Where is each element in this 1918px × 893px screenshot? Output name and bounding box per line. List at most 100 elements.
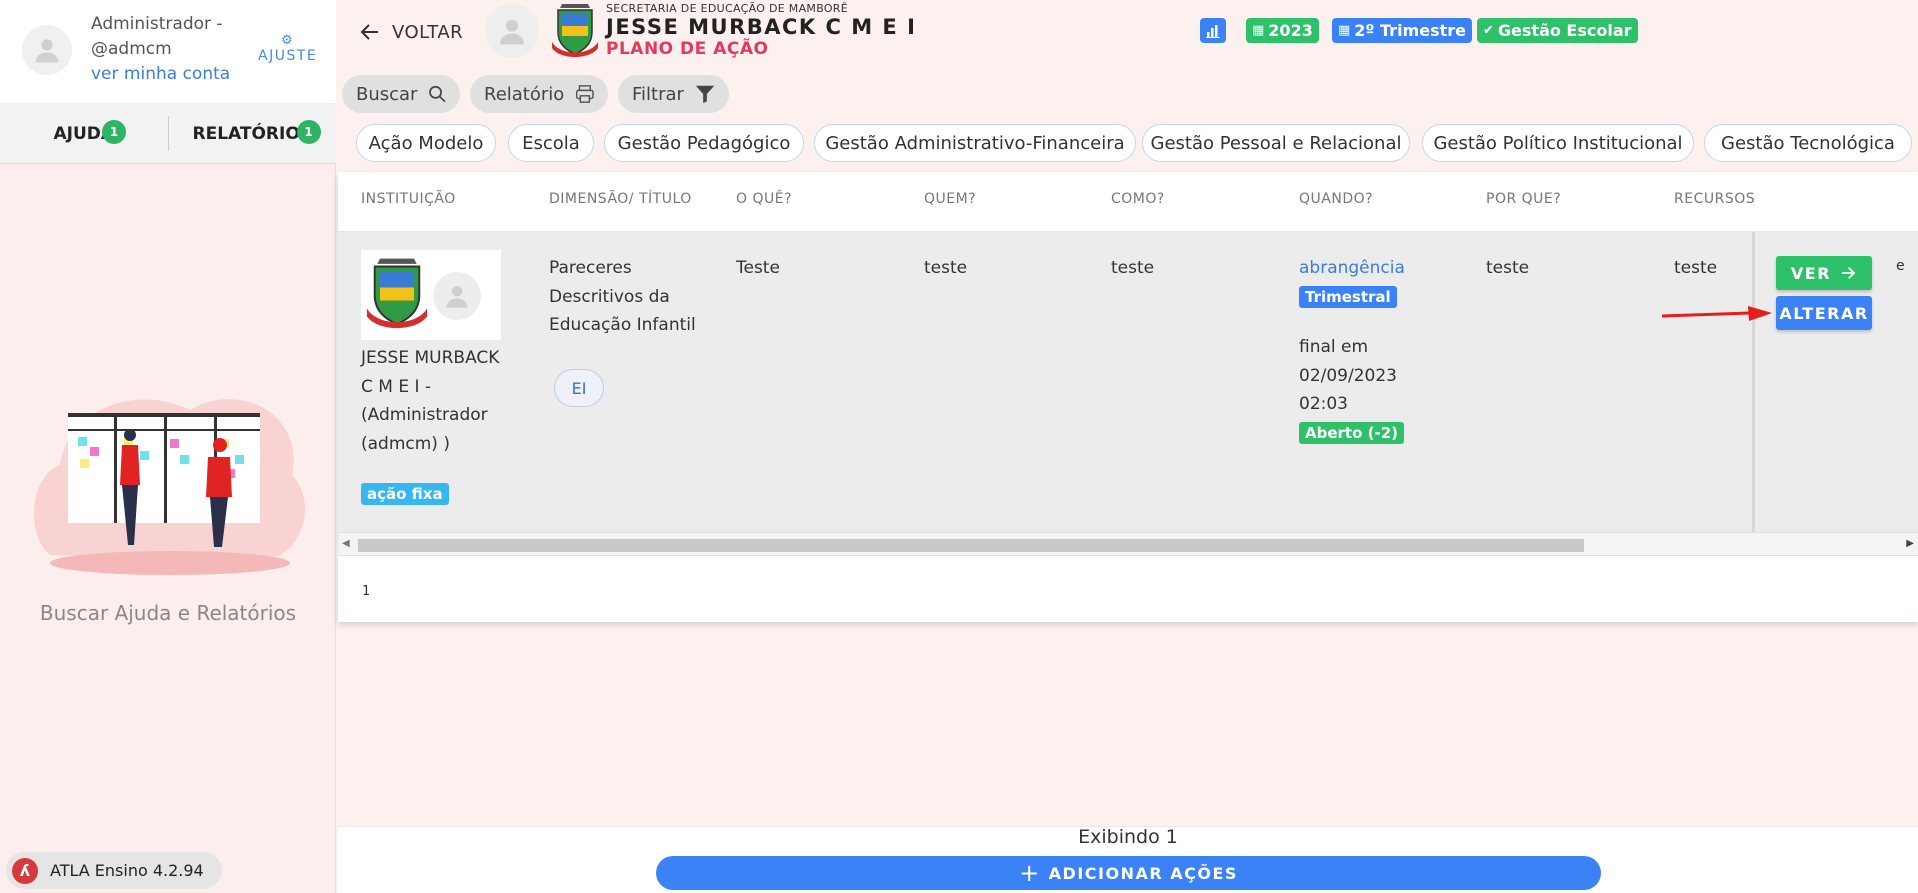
filter-button[interactable]: Filtrar	[618, 75, 729, 113]
end-time: 02:03	[1299, 394, 1348, 414]
report-button[interactable]: Relatório	[470, 75, 608, 113]
fixed-action-tag: ação fixa	[361, 483, 449, 505]
search-icon	[429, 85, 447, 103]
resources-cell: teste	[1674, 258, 1718, 278]
secretaria-label: SECRETARIA DE EDUCAÇÃO DE MAMBORÊ	[606, 2, 849, 15]
scroll-right-icon[interactable]: ▶	[1906, 538, 1914, 549]
chip-gestao-pessoal-relacional[interactable]: Gestão Pessoal e Relacional	[1142, 124, 1410, 162]
scope-link[interactable]: abrangência	[1299, 254, 1449, 283]
sidebar-tabs: AJUDA 1 RELATÓRIOS 1	[0, 104, 336, 164]
bar-chart-icon	[1206, 24, 1220, 38]
what-cell: Teste	[736, 258, 780, 278]
school-name: JESSE MURBACK C M E I	[606, 15, 917, 39]
user-avatar[interactable]	[22, 25, 72, 75]
red-arrow-annotation	[1662, 306, 1772, 321]
city-crest-logo	[552, 4, 598, 57]
management-badge[interactable]: ✔ Gestão Escolar	[1477, 18, 1638, 43]
account-link[interactable]: ver minha conta	[91, 64, 230, 84]
year-badge[interactable]: ▦ 2023	[1246, 18, 1319, 43]
settings-button[interactable]: ⚙ AJUSTE	[258, 33, 318, 65]
ei-chip[interactable]: EI	[554, 369, 604, 407]
plus-icon: +	[1019, 859, 1041, 887]
col-institution: INSTITUIÇÃO	[361, 191, 456, 207]
report-label: Relatório	[484, 83, 565, 105]
view-label: VER	[1790, 263, 1832, 283]
management-label: Gestão Escolar	[1497, 21, 1632, 40]
user-icon	[500, 19, 524, 45]
edit-button[interactable]: ALTERAR	[1776, 296, 1872, 330]
col-resources: RECURSOS	[1674, 191, 1756, 207]
end-label: final em	[1299, 337, 1369, 357]
chip-gestao-administrativo-financeira[interactable]: Gestão Administrativo-Financeira	[814, 124, 1136, 162]
chip-gestao-tecnologica[interactable]: Gestão Tecnológica	[1704, 124, 1912, 162]
stats-button[interactable]	[1200, 18, 1226, 43]
page-title: PLANO DE AÇÃO	[606, 39, 769, 59]
who-cell: teste	[924, 258, 968, 278]
search-label: Buscar	[356, 83, 418, 105]
institution-name: JESSE MURBACK C M E I - (Administrador (…	[361, 348, 500, 454]
add-actions-button[interactable]: + ADICIONAR AÇÕES	[656, 856, 1601, 890]
why-cell: teste	[1486, 258, 1530, 278]
table-row[interactable]: JESSE MURBACK C M E I - (Administrador (…	[338, 232, 1918, 532]
col-when: QUANDO?	[1299, 191, 1374, 207]
chip-gestao-politico-institucional[interactable]: Gestão Político Institucional	[1422, 124, 1694, 162]
table-header: INSTITUIÇÃO DIMENSÃO/ TÍTULO O QUÊ? QUEM…	[338, 172, 1918, 232]
how-cell: teste	[1111, 258, 1155, 278]
arrow-left-icon	[360, 24, 378, 40]
horizontal-scrollbar[interactable]: ◀ ▶	[338, 532, 1918, 556]
when-cell: abrangência Trimestral final em 02/09/20…	[1299, 254, 1449, 447]
page-number[interactable]: 1	[362, 584, 370, 599]
back-label: VOLTAR	[392, 21, 464, 43]
filter-icon	[695, 85, 715, 104]
help-illustration	[33, 399, 306, 575]
version-badge[interactable]: ʎ ATLA Ensino 4.2.94	[6, 852, 222, 889]
user-name: Administrador - @admcm	[91, 14, 223, 59]
truncated-column-text: e	[1896, 258, 1905, 274]
help-count-badge: 1	[102, 120, 126, 144]
showing-count: Exibindo 1	[1078, 826, 1178, 848]
search-button[interactable]: Buscar	[342, 75, 460, 113]
settings-label: AJUSTE	[258, 48, 318, 64]
calendar-icon: ▦	[1338, 23, 1351, 38]
chip-escola[interactable]: Escola	[508, 124, 594, 162]
city-crest-logo	[366, 258, 428, 329]
user-profile: Administrador - @admcm ver minha conta ⚙…	[0, 0, 336, 103]
scrollbar-thumb[interactable]	[358, 539, 1584, 552]
chip-gestao-pedagogico[interactable]: Gestão Pedagógico	[604, 124, 804, 162]
tab-reports[interactable]: RELATÓRIOS 1	[167, 116, 337, 151]
help-search-text: Buscar Ajuda e Relatórios	[39, 601, 297, 625]
status-tag: Aberto (-2)	[1299, 421, 1404, 444]
view-button[interactable]: VER	[1776, 256, 1872, 290]
year-label: 2023	[1268, 21, 1313, 40]
col-how: COMO?	[1111, 191, 1165, 207]
institution-avatar	[433, 272, 481, 320]
school-avatar[interactable]	[485, 4, 539, 58]
col-dimension-title: DIMENSÃO/ TÍTULO	[549, 191, 692, 207]
printer-icon	[576, 85, 595, 103]
gear-icon: ⚙	[281, 33, 295, 48]
term-label: 2º Trimestre	[1354, 21, 1466, 40]
reports-count-badge: 1	[296, 120, 321, 144]
calendar-icon: ▦	[1252, 23, 1265, 38]
version-label: ATLA Ensino 4.2.94	[50, 861, 204, 880]
end-date: 02/09/2023	[1299, 365, 1397, 386]
col-what: O QUÊ?	[736, 191, 793, 207]
filter-label: Filtrar	[632, 83, 684, 105]
dimension-title: Pareceres Descritivos da Educação Infant…	[549, 258, 696, 335]
col-why: POR QUE?	[1486, 191, 1562, 207]
check-circle-icon: ✔	[1483, 23, 1494, 38]
atla-logo-icon: ʎ	[12, 857, 38, 884]
add-actions-label: ADICIONAR AÇÕES	[1048, 863, 1238, 883]
arrow-right-icon	[1842, 267, 1856, 279]
action-plan-table: INSTITUIÇÃO DIMENSÃO/ TÍTULO O QUÊ? QUEM…	[338, 172, 1918, 622]
term-badge[interactable]: ▦ 2º Trimestre	[1332, 18, 1472, 43]
institution-image	[361, 250, 501, 340]
back-button[interactable]: VOLTAR	[358, 20, 463, 44]
tab-help[interactable]: AJUDA 1	[0, 104, 168, 163]
sidebar: Administrador - @admcm ver minha conta ⚙…	[0, 0, 336, 893]
period-tag: Trimestral	[1299, 285, 1397, 308]
tab-reports-label: RELATÓRIOS	[192, 123, 313, 144]
chip-acao-modelo[interactable]: Ação Modelo	[356, 124, 496, 162]
scroll-left-icon[interactable]: ◀	[342, 538, 350, 549]
user-icon	[446, 286, 468, 308]
